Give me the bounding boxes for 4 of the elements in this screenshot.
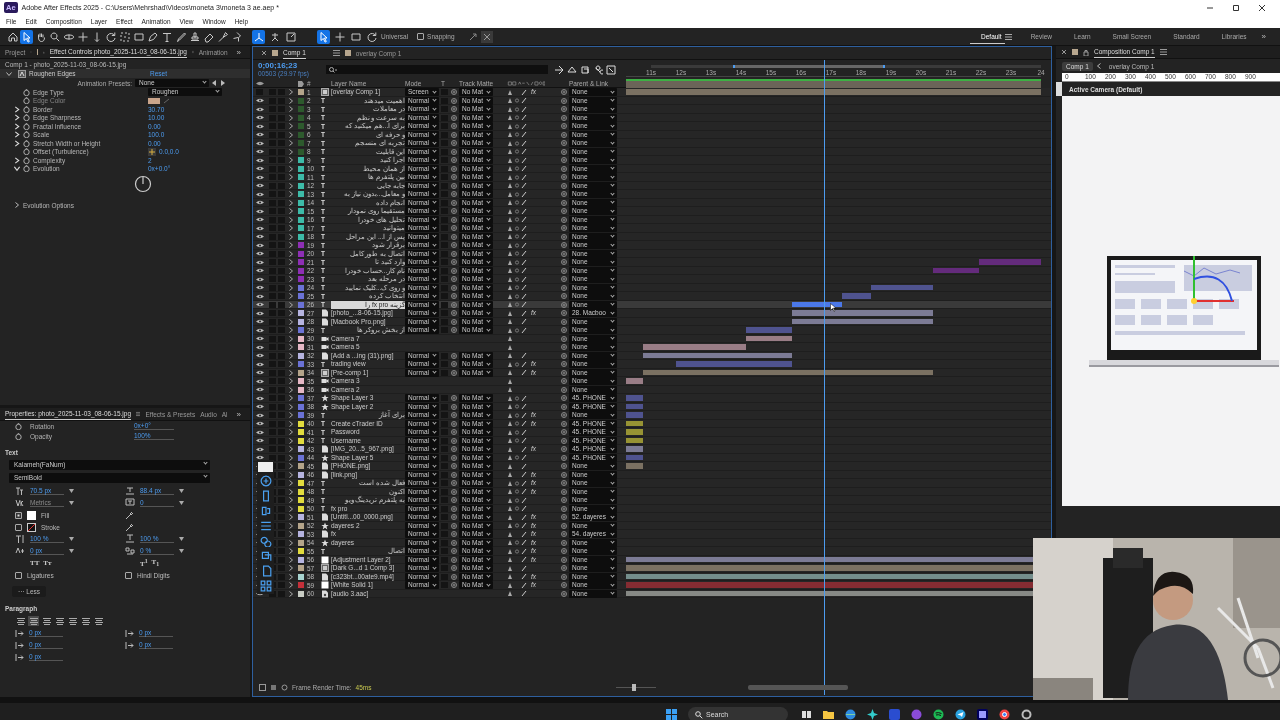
more-panels-button[interactable]: » [232,47,245,57]
timecode[interactable]: 0;00;16;23 [258,61,320,70]
more-panels-button[interactable]: » [232,409,245,419]
more-workspaces-button[interactable]: » [1257,32,1270,41]
